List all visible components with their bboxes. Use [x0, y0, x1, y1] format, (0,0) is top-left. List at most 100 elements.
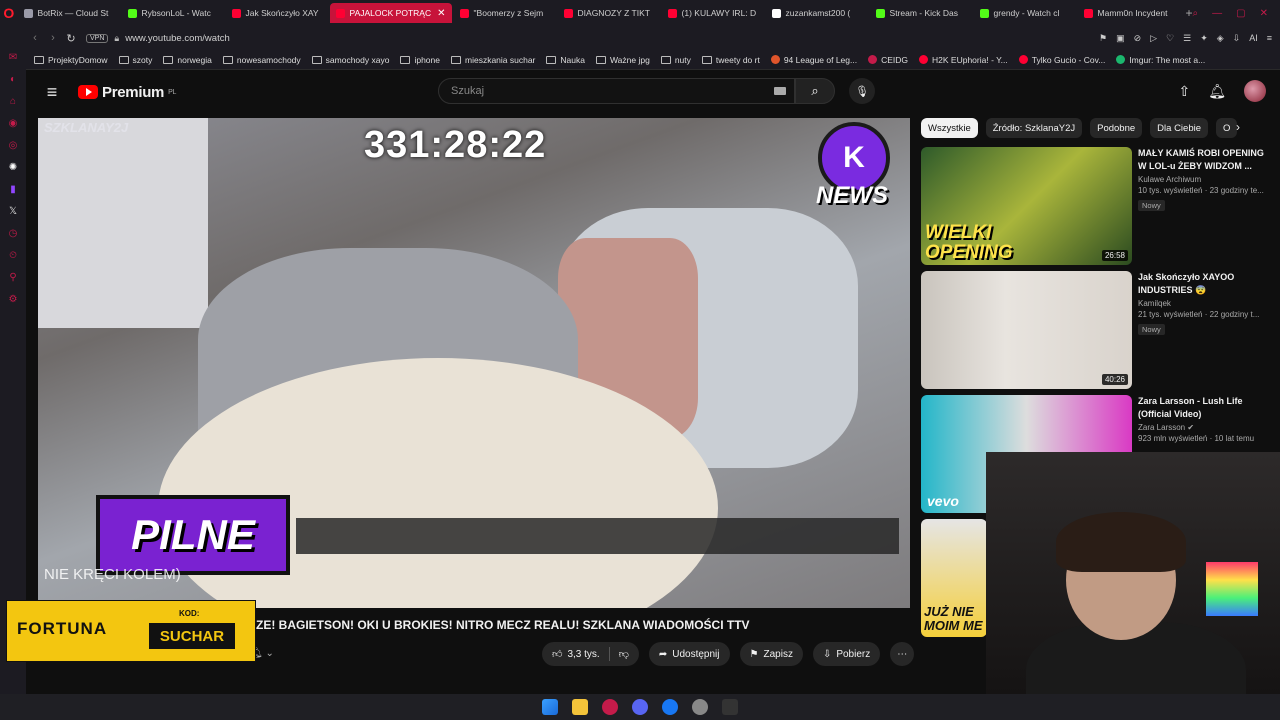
bookmark-item[interactable]: samochody xayo — [311, 55, 389, 65]
keyboard-icon[interactable] — [774, 87, 786, 95]
sidebar-history-icon[interactable]: ◷ — [9, 228, 18, 239]
browser-tab[interactable]: BotRix — Cloud St — [18, 3, 120, 23]
download-icon[interactable]: ⇩ — [1233, 33, 1241, 44]
bookmark-item[interactable]: Ważne jpg — [595, 55, 650, 65]
hamburger-menu-icon[interactable]: ≡ — [26, 82, 78, 103]
chevron-right-icon[interactable]: › — [1236, 120, 1240, 134]
like-button[interactable]: 👍︎ 3,3 tys. 👎︎ — [542, 642, 639, 666]
bookmark-item[interactable]: nowesamochody — [222, 55, 301, 65]
video-title[interactable]: Zara Larsson - Lush Life (Official Video… — [1138, 395, 1271, 421]
download-button[interactable]: ⇩ Pobierz — [812, 642, 881, 666]
opera-taskbar-icon[interactable] — [602, 699, 618, 715]
browser-tab[interactable]: Stream - Kick Das — [870, 3, 972, 23]
bookmark-item[interactable]: nuty — [660, 55, 691, 65]
sidebar-x-icon[interactable]: 𝕏 — [9, 206, 17, 217]
maximize-icon[interactable]: ▢ — [1236, 8, 1245, 19]
browser-tab[interactable]: grendy - Watch cl — [974, 3, 1076, 23]
forward-icon[interactable]: › — [44, 32, 62, 44]
bookmark-item[interactable]: norwegia — [163, 55, 212, 65]
filter-chip[interactable]: Dla Ciebie — [1150, 118, 1208, 138]
discord-icon[interactable] — [632, 699, 648, 715]
bookmark-item[interactable]: Imgur: The most a... — [1116, 55, 1205, 65]
search-input[interactable]: Szukaj — [438, 78, 795, 104]
video-thumbnail[interactable]: WIELKI OPENING 26:58 — [921, 147, 1132, 265]
sidebar-settings-icon[interactable]: ⚙ — [9, 294, 18, 305]
facebook-icon[interactable] — [662, 699, 678, 715]
channel-name[interactable]: Kulawe Archiwum — [1138, 175, 1271, 184]
more-actions-icon[interactable]: ⋯ — [890, 642, 915, 666]
bookmark-item[interactable]: Nauka — [546, 55, 585, 65]
channel-name[interactable]: Zara Larsson ✔︎ — [1138, 423, 1271, 432]
upload-icon[interactable]: ⇧ — [1178, 83, 1190, 100]
sidebar-clock-icon[interactable]: ⏲ — [9, 250, 17, 261]
player-icon[interactable]: ▷ — [1150, 33, 1157, 44]
bookmark-item[interactable]: szoty — [118, 55, 152, 65]
browser-tab[interactable]: zuzankamst200 ( — [766, 3, 868, 23]
sidebar-home-icon[interactable]: ⌂ — [10, 96, 16, 107]
extensions-icon[interactable]: ✦ — [1200, 33, 1208, 44]
heart-icon[interactable]: ♡ — [1166, 33, 1174, 44]
sidebar-chatgpt-icon[interactable]: ✺ — [9, 162, 17, 173]
ai-button[interactable]: AI — [1249, 33, 1258, 44]
filter-chip[interactable]: Źródło: SzklanaY2J — [985, 118, 1083, 138]
recommendation-item[interactable]: 40:26 Jak Skończyło XAYOO INDUSTRIES 😨 K… — [921, 271, 1271, 389]
snapshot-icon[interactable]: ▣ — [1116, 33, 1125, 44]
new-tab-icon[interactable]: + — [1186, 6, 1193, 20]
sidebar-aria-icon[interactable]: ◐ — [10, 74, 16, 85]
avatar[interactable] — [1244, 80, 1266, 102]
bookmark-item[interactable]: mieszkania suchar — [451, 55, 535, 65]
close-tab-icon[interactable]: ✕ — [437, 8, 445, 19]
vpn-badge[interactable]: VPN — [86, 33, 109, 43]
bookmark-item[interactable]: CEIDG — [868, 55, 908, 65]
browser-tab[interactable]: "Boomerzy z Sejm — [454, 3, 556, 23]
browser-tab[interactable]: Mamm0n Incydent — [1078, 3, 1180, 23]
close-window-icon[interactable]: ✕ — [1260, 8, 1268, 19]
url-field[interactable]: www.youtube.com/watch — [125, 33, 230, 44]
video-thumbnail[interactable]: JUŻ NIE MOIM ME — [921, 519, 987, 637]
video-title[interactable]: Jak Skończyło XAYOO INDUSTRIES 😨 — [1138, 271, 1271, 297]
filter-chip[interactable]: O — [1216, 118, 1238, 138]
search-button[interactable]: ⌕ — [795, 78, 835, 104]
voice-search-button[interactable]: 🎙︎ — [849, 78, 875, 104]
browser-tab[interactable]: RybsonLoL - Watc — [122, 3, 224, 23]
easy-setup-icon[interactable]: ☰ — [1183, 33, 1191, 44]
browser-tab[interactable]: PAJALOCK POTRĄC ✕ — [329, 3, 452, 23]
sidebar-messenger-icon[interactable]: ◉ — [9, 118, 18, 129]
sidebar-twitch-icon[interactable]: ▮ — [10, 184, 16, 195]
sidebar-pin-icon[interactable]: ⚲ — [9, 272, 16, 283]
sidebar-mail-icon[interactable]: ✉ — [9, 52, 17, 63]
back-icon[interactable]: ‹ — [26, 32, 44, 44]
recommendation-item[interactable]: WIELKI OPENING 26:58 MAŁY KAMIŚ ROBI OPE… — [921, 147, 1271, 265]
opera-logo-icon[interactable]: O — [0, 0, 18, 26]
filter-chip[interactable]: Wszystkie — [921, 118, 978, 138]
reload-icon[interactable]: ↻ — [62, 32, 80, 45]
notifications-icon[interactable]: 🔔︎ — [1208, 83, 1226, 100]
thumbs-down-icon[interactable]: 👎︎ — [619, 648, 629, 660]
wallet-icon[interactable]: ◈ — [1217, 33, 1224, 44]
bookmark-item[interactable]: H2K EUphoria! - Y... — [919, 55, 1008, 65]
sidebar-instagram-icon[interactable]: ◎ — [9, 140, 18, 151]
filter-chip[interactable]: Podobne — [1090, 118, 1143, 138]
save-button[interactable]: ⚑ Zapisz — [739, 642, 803, 666]
search-tabs-icon[interactable]: ⌕ — [1193, 8, 1199, 19]
adblock-icon[interactable]: ⊘ — [1134, 33, 1142, 44]
bookmark-item[interactable]: Tylko Gucio - Cov... — [1018, 55, 1105, 65]
menu-icon[interactable]: ≡ — [1267, 33, 1272, 44]
video-player[interactable]: SZKLANAY2J 331:28:22 K NEWS PILNE NIE KR… — [38, 118, 910, 608]
browser-tab[interactable]: Jak Skończyło XAY — [226, 3, 328, 23]
minimize-icon[interactable]: — — [1212, 8, 1222, 19]
bookmark-item[interactable]: 94 League of Leg... — [770, 55, 857, 65]
bookmark-item[interactable]: ProjektyDomow — [34, 55, 108, 65]
terminal-icon[interactable] — [722, 699, 738, 715]
bookmark-item[interactable]: iphone — [400, 55, 440, 65]
video-thumbnail[interactable]: 40:26 — [921, 271, 1132, 389]
bookmark-icon[interactable]: ⚑ — [1099, 33, 1107, 44]
youtube-logo[interactable]: Premium PL — [78, 84, 176, 101]
channel-name[interactable]: Kamilqek — [1138, 299, 1271, 308]
steam-icon[interactable] — [692, 699, 708, 715]
browser-tab[interactable]: DIAGNOZY Z TIKT — [558, 3, 660, 23]
share-button[interactable]: ➦ Udostępnij — [648, 642, 730, 666]
video-title[interactable]: MAŁY KAMIŚ ROBI OPENING W LOL-u ŻEBY WID… — [1138, 147, 1271, 173]
start-icon[interactable] — [542, 699, 558, 715]
browser-tab[interactable]: (1) KULAWY IRL: D — [662, 3, 764, 23]
